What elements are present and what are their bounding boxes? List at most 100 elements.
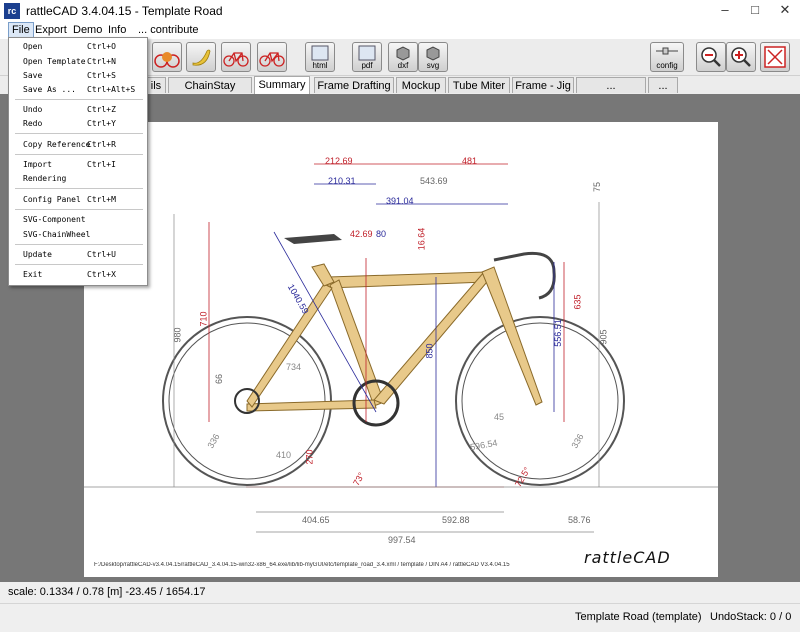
menu-separator	[15, 209, 143, 210]
export-html-label: html	[312, 61, 328, 70]
gray-dimensions	[84, 202, 718, 533]
menu-separator	[15, 244, 143, 245]
rattlecad-logo: rattleCAD	[584, 548, 671, 567]
export-dxf-label: dxf	[397, 61, 409, 70]
menu-item-undo[interactable]: Undo Ctrl+Z	[9, 104, 147, 116]
drawing-footer-path: F:/Desktop/rattleCAD-v3.4.04.15/rattleCA…	[94, 562, 510, 568]
dim-label: 66	[214, 373, 225, 385]
config-label: config	[656, 61, 678, 70]
dim-label: 481	[462, 156, 478, 166]
menu-item-save-as[interactable]: Save As ... Ctrl+Alt+S	[9, 84, 147, 96]
menu-item-config-panel[interactable]: Config Panel Ctrl+M	[9, 194, 147, 206]
menu-item-rendering[interactable]: Rendering	[9, 173, 147, 185]
menu-separator	[15, 99, 143, 100]
dim-label: 980	[172, 327, 183, 343]
cube-icon	[426, 46, 440, 61]
menu-item-update[interactable]: Update Ctrl+U	[9, 249, 147, 261]
menu-item-svg-component[interactable]: SVG-Component	[9, 214, 147, 226]
config-button[interactable]: config	[650, 42, 684, 72]
title-bar: rc rattleCAD 3.4.04.15 - Template Road –…	[0, 0, 800, 22]
export-html-button[interactable]: html	[305, 42, 335, 72]
saddle	[284, 234, 342, 244]
bike-outline-icon	[223, 52, 249, 67]
tab-info[interactable]: ... info	[648, 77, 678, 108]
zoom-out-icon	[701, 47, 721, 67]
tab-chainstay-details[interactable]: ChainStay Details	[168, 77, 252, 108]
menu-item-copy-reference[interactable]: Copy Reference Ctrl+R	[9, 139, 147, 151]
window-title: rattleCAD 3.4.04.15 - Template Road	[26, 4, 223, 18]
maximize-button[interactable]: □	[740, 0, 770, 20]
dim-label: 410	[276, 450, 292, 460]
export-pdf-label: pdf	[361, 61, 373, 70]
dim-label: 16.64	[416, 227, 427, 251]
dim-label: 850	[424, 343, 435, 359]
menu-item-open-template[interactable]: Open Template Ctrl+N	[9, 56, 147, 68]
undo-stack-status: UndoStack: 0 / 0	[710, 611, 792, 623]
bike-outline-icon	[259, 52, 285, 67]
banana-icon	[192, 49, 211, 66]
scale-readout: scale: 0.1334 / 0.78 [m] -23.45 / 1654.1…	[8, 586, 206, 598]
bike-color-icon	[154, 52, 180, 68]
tab-frame-jig[interactable]: Frame - Jig	[512, 77, 574, 93]
tab-mockup[interactable]: Mockup	[396, 77, 446, 93]
bike-view-button-2[interactable]	[257, 42, 287, 72]
menu-separator	[15, 154, 143, 155]
fit-view-button[interactable]	[760, 42, 790, 72]
banana-button[interactable]	[186, 42, 216, 72]
dim-label: 635	[572, 294, 583, 310]
menu-demo[interactable]: Demo	[70, 23, 105, 38]
dim-label: 212.69	[325, 156, 353, 166]
menu-separator	[15, 188, 143, 189]
menu-separator	[15, 264, 143, 265]
zoom-in-icon	[731, 47, 751, 67]
dim-label: 58.76	[568, 515, 591, 525]
tab-details[interactable]: ils	[146, 77, 166, 93]
menu-info[interactable]: Info	[105, 23, 129, 38]
dim-label: 592.88	[442, 515, 470, 525]
status-bar: Template Road (template) UndoStack: 0 / …	[0, 603, 800, 632]
dim-label: 80	[376, 229, 387, 239]
dim-label: 270	[304, 449, 315, 465]
tab-tube-miter[interactable]: Tube Miter	[448, 77, 510, 93]
menu-item-import[interactable]: Import Ctrl+I	[9, 159, 147, 171]
fit-view-icon	[764, 46, 786, 68]
dim-label: 391.04	[386, 196, 414, 206]
tab-components[interactable]: ... Components	[576, 77, 646, 108]
dim-label: 997.54	[388, 535, 416, 545]
dim-label: 45	[494, 412, 505, 422]
drawing-sheet: 212.69 481 210.31 543.69 391.04 42.69 80…	[84, 122, 718, 577]
export-dxf-button[interactable]: dxf	[388, 42, 418, 72]
menu-contribute[interactable]: ... contribute	[135, 23, 202, 38]
menu-item-save[interactable]: Save Ctrl+S	[9, 70, 147, 82]
document-icon	[358, 45, 376, 61]
export-svg-button[interactable]: svg	[418, 42, 448, 72]
export-svg-label: svg	[426, 61, 440, 70]
dim-label: 556.51	[552, 319, 563, 347]
render-bike-button[interactable]	[152, 42, 182, 72]
dim-label: 905	[598, 329, 609, 345]
zoom-in-button[interactable]	[726, 42, 756, 72]
tab-frame-drafting[interactable]: Frame Drafting	[314, 77, 394, 93]
bike-view-button-1[interactable]	[221, 42, 251, 72]
menu-separator	[15, 133, 143, 134]
menu-item-redo[interactable]: Redo Ctrl+Y	[9, 118, 147, 130]
export-pdf-button[interactable]: pdf	[352, 42, 382, 72]
dim-label: 42.69	[350, 229, 373, 239]
tab-summary[interactable]: Summary	[254, 76, 310, 94]
app-icon: rc	[4, 3, 20, 19]
dim-label: 734	[286, 362, 302, 372]
file-menu-dropdown: Open Ctrl+O Open Template Ctrl+N Save Ctrl+…	[8, 37, 148, 286]
menu-item-svg-chainwheel[interactable]: SVG-ChainWheel	[9, 229, 147, 241]
dim-label: 710	[198, 311, 209, 327]
template-status: Template Road (template)	[575, 611, 702, 623]
minimize-button[interactable]: –	[710, 0, 740, 20]
menu-item-open[interactable]: Open Ctrl+O	[9, 41, 147, 53]
dim-label: 404.65	[302, 515, 330, 525]
close-button[interactable]: ✕	[770, 0, 800, 20]
scale-status-bar: scale: 0.1334 / 0.78 [m] -23.45 / 1654.1…	[0, 582, 800, 603]
menu-export[interactable]: Export	[32, 23, 70, 38]
dim-label: 210.31	[328, 176, 356, 186]
cube-icon	[396, 46, 410, 61]
menu-item-exit[interactable]: Exit Ctrl+X	[9, 269, 147, 281]
zoom-out-button[interactable]	[696, 42, 726, 72]
